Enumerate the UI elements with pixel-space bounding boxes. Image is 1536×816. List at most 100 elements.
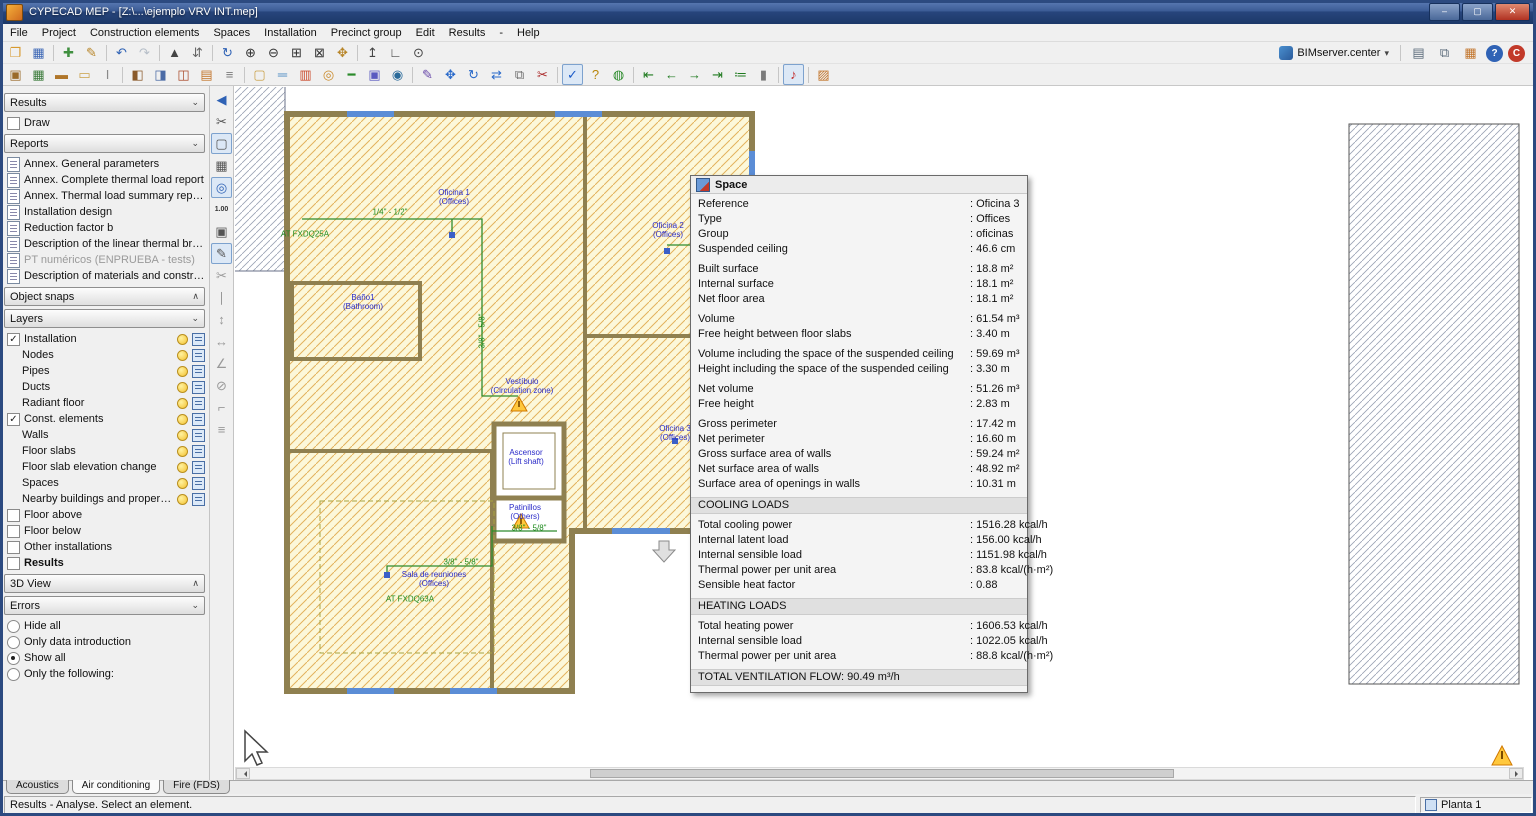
room-label-vest-bulo[interactable]: Vestíbulo(Circulation zone) (491, 377, 554, 395)
bulb-icon[interactable] (177, 398, 188, 409)
layer-visibility-icon[interactable] (192, 477, 205, 490)
window-tool-icon[interactable]: ◨ (150, 64, 171, 85)
checkbox[interactable] (7, 509, 20, 522)
layer-row-floor-slabs[interactable]: Floor slabs (4, 443, 205, 459)
bulb-icon[interactable] (177, 446, 188, 457)
copy-tool-icon[interactable]: ⧉ (509, 64, 530, 85)
help-icon[interactable]: ? (1486, 45, 1503, 62)
layer-visibility-icon[interactable] (192, 429, 205, 442)
collapse-panel-icon[interactable]: ◀ (211, 89, 232, 110)
zoom-out-icon[interactable]: ⊖ (263, 42, 284, 63)
pipe-tool-icon[interactable]: ━ (341, 64, 362, 85)
redraw-icon[interactable]: ↻ (217, 42, 238, 63)
pan-icon[interactable]: ✥ (332, 42, 353, 63)
menu-edit[interactable]: Edit (409, 24, 442, 42)
checkbox[interactable]: ✓ (7, 333, 20, 346)
checkbox[interactable] (7, 557, 20, 570)
layer-row-floor-above[interactable]: Floor above (4, 507, 205, 523)
layer-row-radiant-floor[interactable]: Radiant floor (4, 395, 205, 411)
errors-header[interactable]: Errors ⌄ (4, 596, 205, 615)
edit-tool-icon[interactable]: ✎ (417, 64, 438, 85)
3d-view-header[interactable]: 3D View ∧ (4, 574, 205, 593)
node-tool-icon[interactable]: ◉ (387, 64, 408, 85)
menu-help[interactable]: Help (510, 24, 547, 42)
report-item-annex-thermal-load-summary-report[interactable]: Annex. Thermal load summary report (4, 188, 205, 204)
move-vertical-icon[interactable]: ↕ (211, 309, 232, 330)
menu-precinct-group[interactable]: Precinct group (324, 24, 409, 42)
minimize-button[interactable]: – (1429, 3, 1460, 21)
layer-visibility-icon[interactable] (192, 365, 205, 378)
cype-update-icon[interactable]: C (1508, 45, 1525, 62)
checkbox[interactable] (7, 541, 20, 554)
menu-spaces[interactable]: Spaces (206, 24, 257, 42)
checkbox[interactable]: ✓ (7, 413, 20, 426)
grid-icon[interactable]: ▦ (211, 155, 232, 176)
bulb-icon[interactable] (177, 350, 188, 361)
selection-window-icon[interactable]: ▢ (211, 133, 232, 154)
layer-visibility-icon[interactable] (192, 493, 205, 506)
unit-tool-icon[interactable]: ▣ (364, 64, 385, 85)
layer-row-floor-slab-elevation-change[interactable]: Floor slab elevation change (4, 459, 205, 475)
bulb-icon[interactable] (177, 334, 188, 345)
scale-icon[interactable]: 1.00 (211, 199, 232, 220)
room-label-ascensor[interactable]: Ascensor(Lift shaft) (508, 448, 544, 466)
door-tool-icon[interactable]: ◧ (127, 64, 148, 85)
results-dropdown[interactable]: Results ⌄ (4, 93, 205, 112)
room-label-ba-o1[interactable]: Baño1(Bathroom) (343, 293, 383, 311)
grille-tool-icon[interactable]: ▥ (295, 64, 316, 85)
license-icon[interactable]: ▦ (1460, 43, 1481, 64)
next-error-icon[interactable]: → (684, 64, 705, 85)
tab-fire-fds[interactable]: Fire (FDS) (163, 780, 230, 794)
previous-error-icon[interactable]: ← (661, 64, 682, 85)
wall-tool-icon[interactable]: ▬ (51, 64, 72, 85)
sort-views-icon[interactable]: ⇵ (187, 42, 208, 63)
list-icon[interactable]: ≡ (211, 419, 232, 440)
layers-header[interactable]: Layers ⌄ (4, 309, 205, 328)
move-tool-icon[interactable]: ✥ (440, 64, 461, 85)
mirror-tool-icon[interactable]: ⇄ (486, 64, 507, 85)
slab-tool-icon[interactable]: ▤ (196, 64, 217, 85)
close-button[interactable]: ✕ (1495, 3, 1530, 21)
layer-visibility-icon[interactable] (192, 349, 205, 362)
project-data-icon[interactable]: ▣ (5, 64, 26, 85)
reports-dropdown[interactable]: Reports ⌄ (4, 134, 205, 153)
edit-templates-icon[interactable]: ✎ (81, 42, 102, 63)
layer-row-results[interactable]: Results (4, 555, 205, 571)
guide-line-icon[interactable]: ∣ (211, 287, 232, 308)
bimserver-center-button[interactable]: BIMserver.center ▾ (1274, 45, 1394, 61)
angle-icon[interactable]: ∠ (211, 353, 232, 374)
bulb-icon[interactable] (177, 462, 188, 473)
bulb-icon[interactable] (177, 382, 188, 393)
layer-visibility-icon[interactable] (192, 333, 205, 346)
report-item-pt-num-ricos-enprueba-tests[interactable]: PT numéricos (ENPRUEBA - tests) (4, 252, 205, 268)
room-label-oficina-1[interactable]: Oficina 1(Offices) (438, 188, 470, 206)
query-icon[interactable]: ? (585, 64, 606, 85)
opening-tool-icon[interactable]: ◫ (173, 64, 194, 85)
layer-row-floor-below[interactable]: Floor below (4, 523, 205, 539)
layer-row-spaces[interactable]: Spaces (4, 475, 205, 491)
redo-icon[interactable]: ↷ (134, 42, 155, 63)
menu-project[interactable]: Project (35, 24, 83, 42)
elevation-icon[interactable]: ↥ (362, 42, 383, 63)
radio-button[interactable] (7, 668, 20, 681)
drawings-icon[interactable]: ▨ (813, 64, 834, 85)
scrollbar-thumb[interactable] (590, 769, 1174, 778)
maximize-button[interactable]: ▢ (1462, 3, 1493, 21)
scroll-left-icon[interactable] (236, 768, 250, 779)
error-list-icon[interactable]: ≔ (730, 64, 751, 85)
beam-tool-icon[interactable]: I (97, 64, 118, 85)
room-label-sala-de-reuniones[interactable]: Sala de reuniones(Offices) (402, 570, 467, 588)
delete-tool-icon[interactable]: ✂ (532, 64, 553, 85)
layer-visibility-icon[interactable] (192, 413, 205, 426)
clipboard-icon[interactable]: ▣ (211, 221, 232, 242)
layer-row-nearby-buildings-and-property-limits[interactable]: Nearby buildings and property limits (4, 491, 205, 507)
menu-installation[interactable]: Installation (257, 24, 324, 42)
tab-acoustics[interactable]: Acoustics (6, 780, 69, 794)
rotate-tool-icon[interactable]: ↻ (463, 64, 484, 85)
room-label-patinillos[interactable]: Patinillos(Others) (509, 503, 541, 521)
bulb-icon[interactable] (177, 430, 188, 441)
layer-row-const-elements[interactable]: ✓Const. elements (4, 411, 205, 427)
bulb-icon[interactable] (177, 478, 188, 489)
menu-file[interactable]: File (3, 24, 35, 42)
layer-row-pipes[interactable]: Pipes (4, 363, 205, 379)
